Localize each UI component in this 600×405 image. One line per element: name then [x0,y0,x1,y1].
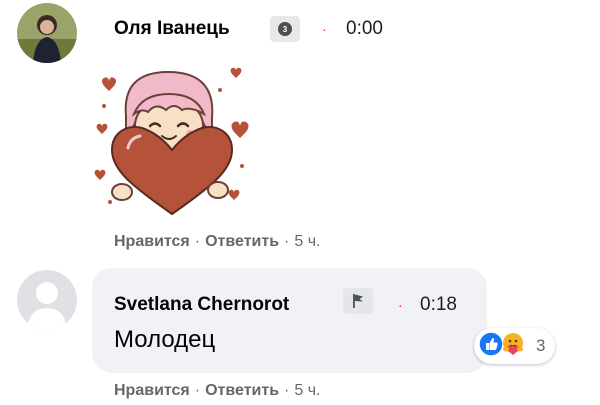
comment-bubble [92,268,487,373]
like-link[interactable]: Нравится [114,382,190,399]
comment-age[interactable]: 5 ч. [294,233,320,250]
care-reaction-icon [500,331,526,362]
separator-dot: · [194,233,201,250]
reply-link[interactable]: Ответить [205,382,279,399]
comment-actions: Нравится · Ответить · 5 ч. [114,233,320,251]
profile-badge-icon[interactable]: 3 [270,16,300,42]
flag-icon[interactable] [343,288,373,314]
separator-dot: · [284,382,290,399]
girl-holding-heart-sticker [92,66,252,218]
separator-dot: · [284,233,290,250]
comment-timestamp[interactable]: 0:18 [420,294,457,316]
svg-text:3: 3 [283,25,288,34]
comment-author[interactable]: Оля Іванець [114,18,230,40]
like-link[interactable]: Нравится [114,233,190,250]
comment-timestamp[interactable]: 0:00 [346,18,383,40]
separator-dot: · [322,21,327,37]
comment-text: Молодец [114,326,216,353]
comment-age[interactable]: 5 ч. [294,382,320,399]
reactions-summary[interactable]: 3 [474,328,556,364]
separator-dot: · [194,382,201,399]
reply-link[interactable]: Ответить [205,233,279,250]
reaction-count: 3 [536,336,546,355]
comment-actions: Нравится · Ответить · 5 ч. [114,382,320,400]
default-avatar-icon[interactable] [17,270,77,330]
user-avatar[interactable] [17,3,77,63]
comment-author[interactable]: Svetlana Chernorot [114,294,289,316]
separator-dot: · [398,297,403,313]
